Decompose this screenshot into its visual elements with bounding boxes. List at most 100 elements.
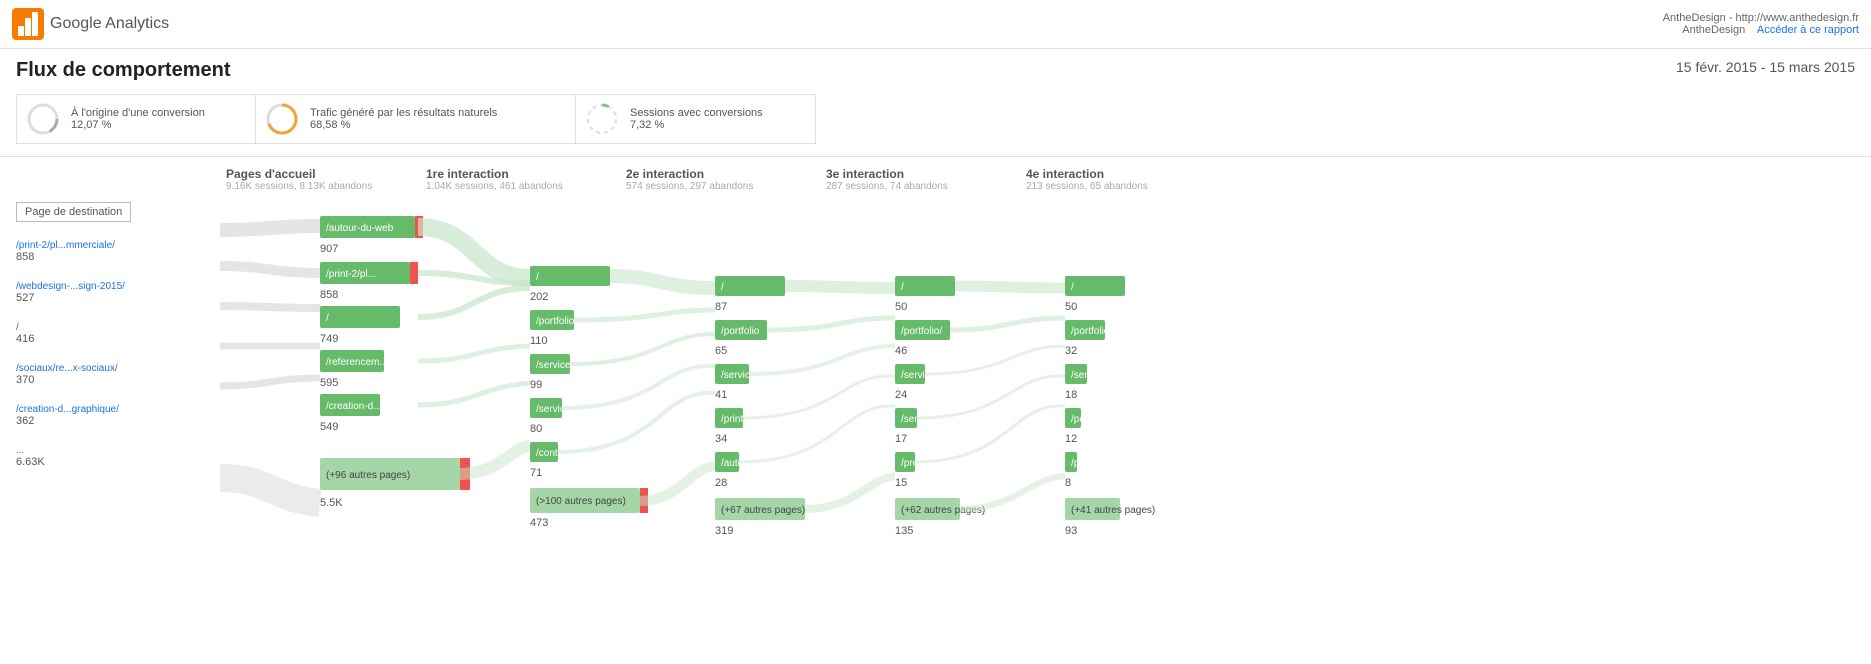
metric-card-3: Sessions avec conversions 7,32 % [576, 94, 816, 144]
columns-headers: Pages d'accueil 9.16K sessions, 8.13K ab… [0, 167, 1871, 192]
col3-node-1-count: 65 [715, 345, 727, 357]
col2-node-0[interactable] [530, 266, 610, 286]
col4-stats: 287 sessions, 74 abandons [826, 181, 1016, 192]
col-header-int1: 1re interaction 1.04K sessions, 461 aban… [426, 167, 626, 192]
col1-node-4-count: 549 [320, 421, 338, 433]
col2-node-0-label: / [536, 272, 539, 283]
col-header-int2: 2e interaction 574 sessions, 297 abandon… [626, 167, 826, 192]
source-count-0: 858 [16, 251, 220, 263]
source-item-0: /print-2/pl...mmerciale/ 858 [16, 240, 220, 263]
organic-traffic-icon [264, 101, 300, 137]
source-count-1: 527 [16, 292, 220, 304]
col4-node-0-label: / [901, 282, 904, 293]
col1-node-1-label: /print-2/pl... [326, 269, 376, 280]
site-name2: AntheDesign Accéder à ce rapport [1663, 24, 1859, 36]
col5-node-1-count: 32 [1065, 345, 1077, 357]
col-header-int4: 4e interaction 213 sessions, 65 abandons [1026, 167, 1226, 192]
col4-node-1-count: 46 [895, 345, 907, 357]
metric-card-2: Trafic généré par les résultats naturels… [256, 94, 576, 144]
col3-node-1-label: /portfolio [721, 326, 760, 337]
col1-node-1-red [410, 262, 418, 284]
source-item-2: / 416 [16, 322, 220, 345]
col-header-pages-accueil: Pages d'accueil 9.16K sessions, 8.13K ab… [226, 167, 426, 192]
col4-node-3-count: 17 [895, 433, 907, 445]
col5-stats: 213 sessions, 65 abandons [1026, 181, 1216, 192]
col1-node-5-count: 5.5K [320, 497, 343, 509]
source-filter-box[interactable]: Page de destination [16, 202, 131, 222]
metric3-value: 7,32 % [630, 119, 763, 131]
site-name: AntheDesign - http://www.anthedesign.fr [1663, 12, 1859, 24]
source-label-5[interactable]: ... [16, 445, 220, 456]
source-count-5: 6.63K [16, 456, 220, 468]
source-label-2[interactable]: / [16, 322, 220, 333]
col1-node-5-label: (+96 autres pages) [326, 470, 410, 481]
col3-node-4-count: 28 [715, 477, 727, 489]
col2-node-4-count: 71 [530, 467, 542, 479]
col5-node-5-count: 93 [1065, 525, 1077, 537]
flow-diagram-container: Pages d'accueil 9.16K sessions, 8.13K ab… [0, 157, 1871, 618]
col1-node-0-label: /autour-du-web [326, 223, 394, 234]
col2-node-5-count: 473 [530, 517, 548, 529]
col2-node-5-label: (>100 autres pages) [536, 496, 626, 507]
page-title: Flux de comportement [16, 59, 1855, 82]
source-label-0[interactable]: /print-2/pl...mmerciale/ [16, 240, 220, 251]
col3-stats: 574 sessions, 297 abandons [626, 181, 816, 192]
source-count-4: 362 [16, 415, 220, 427]
col4-node-2-label: /services [901, 370, 940, 381]
source-count-2: 416 [16, 333, 220, 345]
col3-title: 2e interaction [626, 167, 816, 181]
col4-node-1-label: /portfolio/ [901, 326, 942, 337]
col5-node-0[interactable] [1065, 276, 1125, 296]
col4-node-5-count: 135 [895, 525, 913, 537]
col3-node-0-count: 87 [715, 301, 727, 313]
col5-node-3-label: /portfolio/ [1071, 414, 1112, 425]
flow-main-row: Page de destination /print-2/pl...mmerci… [0, 198, 1871, 618]
col1-node-3-count: 595 [320, 377, 338, 389]
col1-node-3-label: /referencem... [326, 357, 388, 368]
col1-node-4-label: /creation-d... [326, 401, 382, 412]
col2-title: 1re interaction [426, 167, 616, 181]
col3-node-3-label: /print-2/pl... [721, 414, 771, 425]
source-label-4[interactable]: /creation-d...graphique/ [16, 404, 220, 415]
col1-node-2-label: / [326, 313, 329, 324]
source-item-4: /creation-d...graphique/ 362 [16, 404, 220, 427]
source-count-3: 370 [16, 374, 220, 386]
col2-node-2-label: /services [536, 360, 575, 371]
col3-node-5-label: (+67 autres pages) [721, 505, 805, 516]
conversion-origin-icon [25, 101, 61, 137]
col5-node-4-label: /print-2/pl... [1071, 458, 1121, 469]
col2-node-3-count: 80 [530, 423, 542, 435]
col3-node-3-count: 34 [715, 433, 727, 445]
col1-title: Pages d'accueil [226, 167, 416, 181]
main-content: Google Analytics AntheDesign - http://ww… [0, 0, 1871, 618]
source-column: Page de destination /print-2/pl...mmerci… [0, 198, 220, 486]
col3-node-2-count: 41 [715, 389, 727, 401]
col4-node-0[interactable] [895, 276, 955, 296]
col2-node-1-count: 110 [530, 335, 548, 347]
col2-node-0-count: 202 [530, 291, 548, 303]
source-label-3[interactable]: /sociaux/re...x-sociaux/ [16, 363, 220, 374]
source-item-3: /sociaux/re...x-sociaux/ 370 [16, 363, 220, 386]
source-label-1[interactable]: /webdesign-...sign-2015/ [16, 281, 220, 292]
flow-svg: /autour-du-web 907 /print-2/pl... 858 / … [220, 198, 1220, 618]
metric3-label: Sessions avec conversions [630, 107, 763, 119]
col2-node-1-label: /portfolio/ [536, 316, 577, 327]
col1-node-2[interactable] [320, 306, 400, 328]
col5-node-1-label: /portfolio [1071, 326, 1110, 337]
ga-logo-icon [12, 8, 44, 40]
header: Google Analytics AntheDesign - http://ww… [0, 0, 1871, 49]
col1-node-1-count: 858 [320, 289, 338, 301]
metric2-value: 68,58 % [310, 119, 497, 131]
col3-node-0[interactable] [715, 276, 785, 296]
logo-area: Google Analytics [12, 8, 169, 40]
col-header-int3: 3e interaction 287 sessions, 74 abandons [826, 167, 1026, 192]
col1-stats: 9.16K sessions, 8.13K abandons [226, 181, 416, 192]
col4-node-4-count: 15 [895, 477, 907, 489]
metric2-label: Trafic généré par les résultats naturels [310, 107, 497, 119]
page-header: Flux de comportement 15 févr. 2015 - 15 … [0, 49, 1871, 86]
report-link[interactable]: Accéder à ce rapport [1757, 24, 1859, 36]
col5-node-0-label: / [1071, 282, 1074, 293]
metric1-label: À l'origine d'une conversion [71, 107, 205, 119]
col2-stats: 1.04K sessions, 461 abandons [426, 181, 616, 192]
col2-node-2-count: 99 [530, 379, 542, 391]
